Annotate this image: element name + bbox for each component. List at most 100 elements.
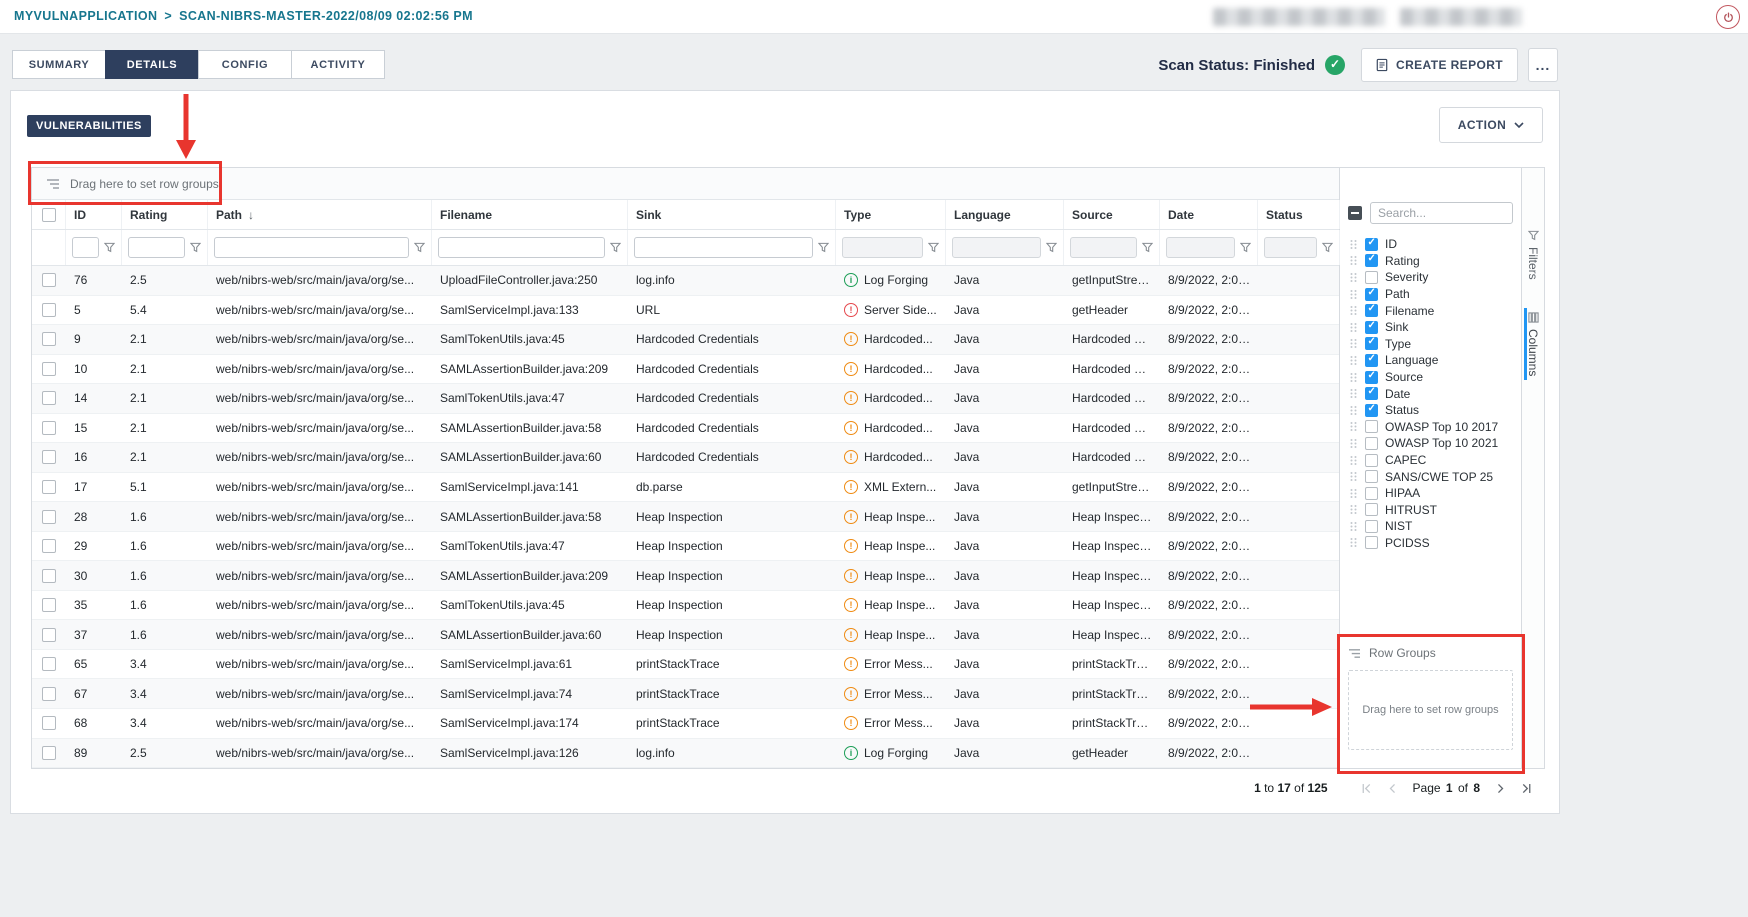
column-header-sink[interactable]: Sink — [628, 200, 836, 229]
row-checkbox[interactable] — [42, 332, 56, 346]
drag-grip-icon[interactable] — [1349, 504, 1358, 515]
column-toggle-item[interactable]: Sink — [1340, 319, 1521, 336]
toggle-all-columns-checkbox[interactable] — [1348, 206, 1362, 220]
column-checkbox[interactable] — [1365, 387, 1378, 400]
filter-input-language[interactable] — [952, 237, 1041, 258]
row-checkbox[interactable] — [42, 303, 56, 317]
filter-funnel-icon[interactable] — [190, 242, 201, 253]
drag-grip-icon[interactable] — [1349, 405, 1358, 416]
table-row[interactable]: 17 5.1 web/nibrs-web/src/main/java/org/s… — [32, 473, 1339, 503]
row-checkbox[interactable] — [42, 421, 56, 435]
column-checkbox[interactable] — [1365, 454, 1378, 467]
column-checkbox[interactable] — [1365, 503, 1378, 516]
column-checkbox[interactable] — [1365, 337, 1378, 350]
column-toggle-item[interactable]: Rating — [1340, 253, 1521, 270]
table-row[interactable]: 16 2.1 web/nibrs-web/src/main/java/org/s… — [32, 443, 1339, 473]
column-checkbox[interactable] — [1365, 238, 1378, 251]
table-row[interactable]: 76 2.5 web/nibrs-web/src/main/java/org/s… — [32, 266, 1339, 296]
action-button[interactable]: ACTION — [1439, 107, 1543, 143]
select-all-checkbox[interactable] — [42, 208, 56, 222]
row-checkbox[interactable] — [42, 657, 56, 671]
columns-panel-tab[interactable]: Columns — [1524, 308, 1542, 380]
row-checkbox[interactable] — [42, 716, 56, 730]
drag-grip-icon[interactable] — [1349, 421, 1358, 432]
column-checkbox[interactable] — [1365, 254, 1378, 267]
column-checkbox[interactable] — [1365, 520, 1378, 533]
next-page-button[interactable] — [1494, 782, 1507, 795]
breadcrumb-app-link[interactable]: MYVULNAPPLICATION — [14, 9, 157, 23]
table-row[interactable]: 28 1.6 web/nibrs-web/src/main/java/org/s… — [32, 502, 1339, 532]
row-checkbox[interactable] — [42, 273, 56, 287]
drag-grip-icon[interactable] — [1349, 272, 1358, 283]
filter-funnel-icon[interactable] — [818, 242, 829, 253]
row-checkbox[interactable] — [42, 687, 56, 701]
column-toggle-item[interactable]: Type — [1340, 336, 1521, 353]
column-toggle-item[interactable]: CAPEC — [1340, 452, 1521, 469]
drag-grip-icon[interactable] — [1349, 455, 1358, 466]
row-checkbox[interactable] — [42, 391, 56, 405]
column-checkbox[interactable] — [1365, 437, 1378, 450]
column-checkbox[interactable] — [1365, 288, 1378, 301]
table-row[interactable]: 35 1.6 web/nibrs-web/src/main/java/org/s… — [32, 591, 1339, 621]
column-toggle-item[interactable]: Status — [1340, 402, 1521, 419]
tab-config[interactable]: CONFIG — [198, 50, 292, 79]
column-toggle-item[interactable]: HIPAA — [1340, 485, 1521, 502]
column-header-language[interactable]: Language — [946, 200, 1064, 229]
filter-input-status[interactable] — [1264, 237, 1317, 258]
table-row[interactable]: 9 2.1 web/nibrs-web/src/main/java/org/se… — [32, 325, 1339, 355]
drag-grip-icon[interactable] — [1349, 255, 1358, 266]
column-header-source[interactable]: Source — [1064, 200, 1160, 229]
filter-input-rating[interactable] — [128, 237, 185, 258]
column-checkbox[interactable] — [1365, 304, 1378, 317]
filter-input-type[interactable] — [842, 237, 923, 258]
filter-input-sink[interactable] — [634, 237, 813, 258]
filter-funnel-icon[interactable] — [1322, 242, 1333, 253]
logout-power-button[interactable] — [1716, 5, 1740, 29]
column-toggle-item[interactable]: Filename — [1340, 302, 1521, 319]
table-row[interactable]: 14 2.1 web/nibrs-web/src/main/java/org/s… — [32, 384, 1339, 414]
filter-input-source[interactable] — [1070, 237, 1137, 258]
column-toggle-item[interactable]: PCIDSS — [1340, 535, 1521, 552]
drag-grip-icon[interactable] — [1349, 388, 1358, 399]
column-checkbox[interactable] — [1365, 271, 1378, 284]
column-checkbox[interactable] — [1365, 487, 1378, 500]
more-options-button[interactable]: ... — [1528, 48, 1558, 82]
column-header-status[interactable]: Status — [1258, 200, 1340, 229]
column-toggle-item[interactable]: SANS/CWE TOP 25 — [1340, 468, 1521, 485]
filter-funnel-icon[interactable] — [414, 242, 425, 253]
column-toggle-item[interactable]: OWASP Top 10 2021 — [1340, 435, 1521, 452]
filter-input-date[interactable] — [1166, 237, 1235, 258]
column-header-id[interactable]: ID — [66, 200, 122, 229]
first-page-button[interactable] — [1360, 782, 1373, 795]
drag-grip-icon[interactable] — [1349, 355, 1358, 366]
row-checkbox[interactable] — [42, 450, 56, 464]
column-header-path[interactable]: Path↓ — [208, 200, 432, 229]
previous-page-button[interactable] — [1386, 782, 1399, 795]
column-checkbox[interactable] — [1365, 470, 1378, 483]
column-toggle-item[interactable]: Date — [1340, 385, 1521, 402]
drag-grip-icon[interactable] — [1349, 289, 1358, 300]
row-checkbox[interactable] — [42, 480, 56, 494]
drag-grip-icon[interactable] — [1349, 338, 1358, 349]
table-row[interactable]: 15 2.1 web/nibrs-web/src/main/java/org/s… — [32, 414, 1339, 444]
drag-grip-icon[interactable] — [1349, 372, 1358, 383]
filter-funnel-icon[interactable] — [1240, 242, 1251, 253]
column-checkbox[interactable] — [1365, 371, 1378, 384]
drag-grip-icon[interactable] — [1349, 488, 1358, 499]
column-checkbox[interactable] — [1365, 404, 1378, 417]
table-row[interactable]: 65 3.4 web/nibrs-web/src/main/java/org/s… — [32, 650, 1339, 680]
filter-funnel-icon[interactable] — [104, 242, 115, 253]
filter-input-path[interactable] — [214, 237, 409, 258]
filter-input-id[interactable] — [72, 237, 99, 258]
drag-grip-icon[interactable] — [1349, 305, 1358, 316]
column-toggle-item[interactable]: Source — [1340, 369, 1521, 386]
tab-details[interactable]: DETAILS — [105, 50, 199, 79]
row-checkbox[interactable] — [42, 628, 56, 642]
drag-grip-icon[interactable] — [1349, 537, 1358, 548]
column-toggle-item[interactable]: OWASP Top 10 2017 — [1340, 419, 1521, 436]
row-checkbox[interactable] — [42, 598, 56, 612]
column-toggle-item[interactable]: Severity — [1340, 269, 1521, 286]
tab-activity[interactable]: ACTIVITY — [291, 50, 385, 79]
column-checkbox[interactable] — [1365, 321, 1378, 334]
filter-funnel-icon[interactable] — [1142, 242, 1153, 253]
